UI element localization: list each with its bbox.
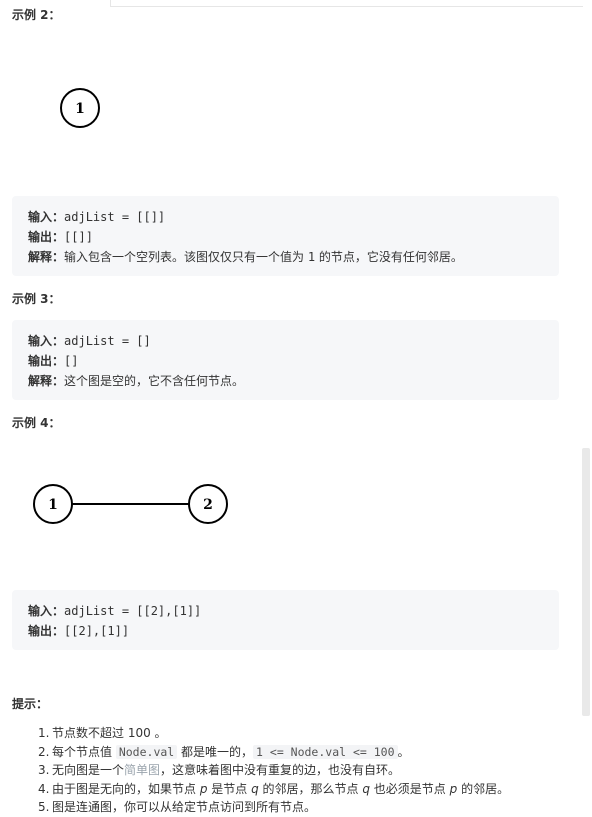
input-label: 输入：	[28, 334, 65, 348]
hints-title: 提示：	[12, 697, 49, 711]
input-value: adjList = [[]]	[64, 210, 166, 224]
output-label: 输出：	[28, 624, 65, 638]
input-value: adjList = [[2],[1]]	[64, 604, 202, 618]
output-value: [[]]	[64, 230, 93, 244]
inline-code: 1 <= Node.val <= 100	[253, 744, 398, 759]
simple-graph-link[interactable]: 简单图	[124, 763, 160, 777]
example-4-code-block: 输入：adjList = [[2],[1]] 输出：[[2],[1]]	[12, 590, 559, 650]
example-3-code-block: 输入：adjList = [] 输出：[] 解释：这个图是空的，它不含任何节点。	[12, 320, 559, 400]
output-label: 输出：	[28, 354, 65, 368]
inline-code: Node.val	[115, 744, 178, 759]
output-value: []	[64, 354, 79, 368]
explain-text: 这个图是空的，它不含任何节点。	[64, 374, 245, 388]
example-4-graph: 1 2	[33, 484, 228, 524]
top-tab-edge	[110, 0, 583, 7]
explain-code: 1	[307, 250, 316, 264]
output-value: [[2],[1]]	[64, 624, 130, 638]
graph-node-1-label: 1	[48, 497, 58, 513]
explain-text-a: 输入包含一个空列表。该图仅仅只有一个值为	[64, 250, 308, 264]
graph-node-1-label: 1	[75, 101, 85, 117]
hint-item: 2. 每个节点值 Node.val 都是唯一的， 1 <= Node.val <= …	[38, 744, 410, 759]
input-label: 输入：	[28, 604, 65, 618]
input-value: adjList = []	[64, 334, 151, 348]
example-2-title: 示例 2：	[12, 8, 61, 22]
example-3-title: 示例 3：	[12, 292, 61, 306]
explain-label: 解释：	[28, 374, 65, 388]
scrollbar-thumb[interactable]	[582, 448, 590, 716]
hint-item: 3. 无向图是一个简单图，这意味着图中没有重复的边，也没有自环。	[38, 763, 401, 777]
example-2-graph: 1	[60, 88, 100, 128]
hint-item: 4. 由于图是无向的，如果节点 p 是节点 q 的邻居，那么节点 q 也必须是节点…	[38, 781, 510, 796]
example-2-code-block: 输入：adjList = [[]] 输出：[[]] 解释：输入包含一个空列表。该…	[12, 196, 559, 276]
graph-node-2-label: 2	[203, 497, 213, 513]
hints-list: 1. 节点数不超过 100 。 2. 每个节点值 Node.val 都是唯一的， 1 …	[38, 724, 509, 817]
input-label: 输入：	[28, 210, 65, 224]
example-4-title: 示例 4：	[12, 416, 61, 430]
hint-item: 5. 图是连通图，你可以从给定节点访问到所有节点。	[38, 800, 317, 814]
explain-text-b: 的节点，它没有任何邻居。	[315, 250, 463, 264]
hint-item: 1. 节点数不超过 100 。	[38, 726, 167, 740]
explain-label: 解释：	[28, 250, 65, 264]
output-label: 输出：	[28, 230, 65, 244]
